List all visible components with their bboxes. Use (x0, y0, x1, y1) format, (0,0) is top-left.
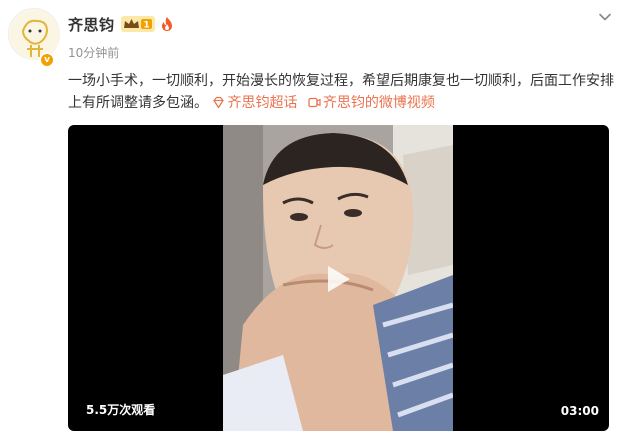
chevron-down-icon[interactable] (597, 9, 613, 25)
avatar-illustration (10, 10, 60, 60)
badge-level: 1 (143, 21, 149, 31)
supertopic-diamond-icon (213, 96, 225, 109)
timestamp[interactable]: 10分钟前 (68, 44, 119, 61)
crown-vip-badge-icon[interactable]: 1 (120, 16, 155, 32)
post-text: 一场小手术，一切顺利，开始漫长的恢复过程，希望后期康复也一切顺利，后面工作安排上… (68, 70, 616, 114)
video-link[interactable]: 齐思钧的微博视频 (308, 95, 435, 111)
username[interactable]: 齐思钧 (68, 14, 115, 35)
verified-badge: v (39, 52, 55, 68)
video-duration: 03:00 (560, 404, 599, 418)
supertopic-link-label: 齐思钧超话 (227, 95, 298, 111)
video-player[interactable]: 5.5万次观看 03:00 (68, 125, 609, 431)
supertopic-link[interactable]: 齐思钧超话 (212, 95, 297, 111)
view-count: 5.5万次观看 (86, 403, 156, 417)
avatar[interactable] (8, 8, 60, 60)
flame-icon[interactable] (161, 17, 173, 31)
video-link-icon (308, 97, 321, 108)
play-icon[interactable] (320, 262, 354, 296)
video-link-label: 齐思钧的微博视频 (322, 95, 435, 111)
